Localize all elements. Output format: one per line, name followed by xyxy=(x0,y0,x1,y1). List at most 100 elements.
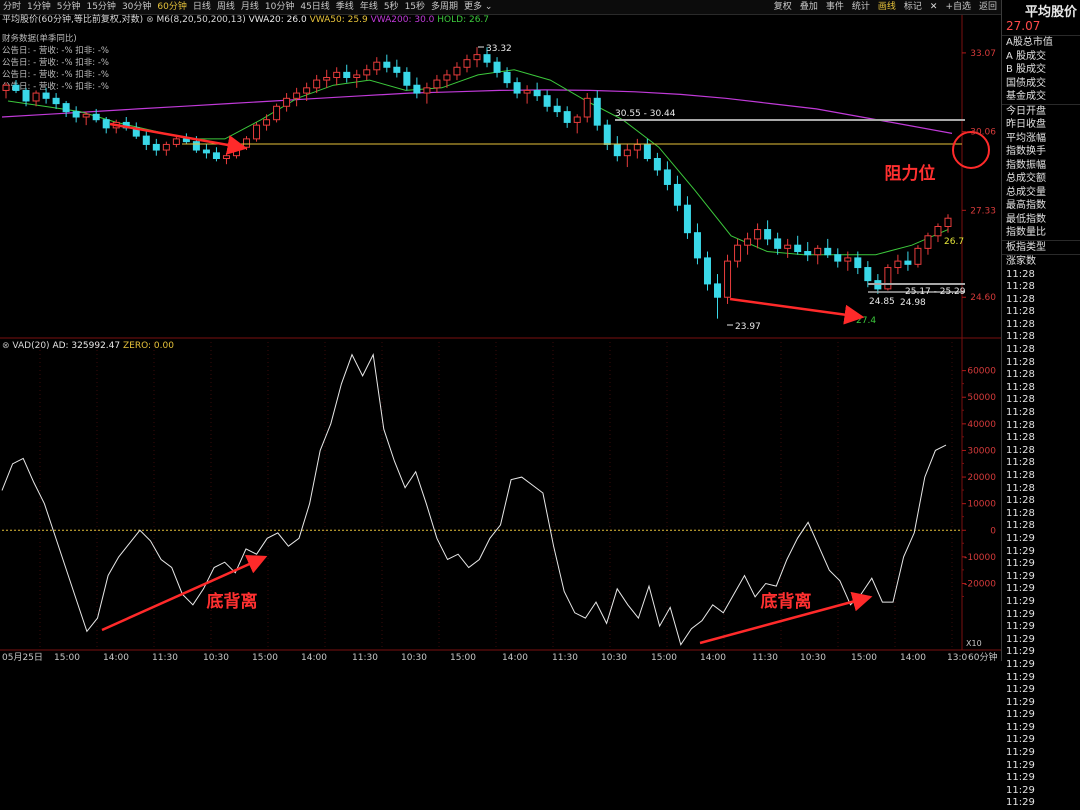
range-label: 24.98 xyxy=(900,298,926,308)
candle-body xyxy=(353,74,361,78)
toolbar-action[interactable]: 事件 xyxy=(822,0,848,14)
period-tab[interactable]: 5分钟 xyxy=(54,0,84,14)
candle-body xyxy=(774,238,782,249)
info-item[interactable]: 最高指数 xyxy=(1002,199,1080,213)
tick-time: 11:29 xyxy=(1006,545,1035,557)
candle-body xyxy=(894,260,902,269)
candle-body xyxy=(222,155,230,160)
candle-body xyxy=(703,257,711,285)
candle-body xyxy=(533,89,541,97)
toolbar-action[interactable]: 统计 xyxy=(848,0,874,14)
tick-time: 11:28 xyxy=(1006,419,1035,431)
period-tab[interactable]: 更多 ⌄ xyxy=(461,0,495,14)
candle-body xyxy=(563,111,571,123)
info-item[interactable]: 总成交额 xyxy=(1002,172,1080,186)
period-tab[interactable]: 季线 xyxy=(333,0,357,14)
candle-body xyxy=(834,254,842,262)
period-tab[interactable]: 45日线 xyxy=(297,0,332,14)
tick-time: 11:28 xyxy=(1006,381,1035,393)
sub-settings-icon[interactable]: ⊗ xyxy=(2,341,10,351)
period-tab[interactable]: 30分钟 xyxy=(119,0,154,14)
y-tick-label: 40000 xyxy=(967,420,996,430)
y-tick-label: 10000 xyxy=(967,500,996,510)
period-tab[interactable]: 分时 xyxy=(0,0,24,14)
tick-time: 11:29 xyxy=(1006,646,1035,658)
candle-body xyxy=(523,89,531,94)
candle-body xyxy=(914,247,922,265)
toolbar-action[interactable]: 复权 xyxy=(770,0,796,14)
period-tab[interactable]: 周线 xyxy=(214,0,238,14)
period-tab[interactable]: 1分钟 xyxy=(24,0,54,14)
info-item[interactable]: 总成交量 xyxy=(1002,186,1080,200)
y-tick-label: 30.06 xyxy=(970,128,996,138)
info-panel: 平均股价 27.07 A股总市值 A 股成交 B 股成交 国债成交 基金成交 今日开盘 昨日… xyxy=(1001,0,1080,808)
info-item[interactable]: 今日开盘 xyxy=(1002,103,1080,119)
toolbar-action[interactable]: 叠加 xyxy=(796,0,822,14)
period-tab[interactable]: 5秒 xyxy=(381,0,402,14)
y-tick-label: 20000 xyxy=(967,473,996,483)
tick-time: 11:28 xyxy=(1006,318,1035,330)
candle-body xyxy=(303,87,311,94)
candle-body xyxy=(934,225,942,237)
candle-body xyxy=(172,138,180,145)
candle-body xyxy=(864,267,872,282)
vwa50-value: VWA50: 25.9 xyxy=(309,15,368,25)
tick-time: 11:28 xyxy=(1006,495,1035,507)
tick-time: 11:29 xyxy=(1006,583,1035,595)
period-tab[interactable]: 10分钟 xyxy=(262,0,297,14)
finance-row: 公告日: - 营收: -% 扣非: -% xyxy=(2,70,109,80)
indicator-name: M6(8,20,50,200,13) xyxy=(156,15,246,25)
tick-time: 11:29 xyxy=(1006,621,1035,633)
info-item[interactable]: 涨家数 xyxy=(1002,254,1080,269)
period-tab[interactable]: 15秒 xyxy=(402,0,428,14)
info-item[interactable]: 昨日收盘 xyxy=(1002,118,1080,132)
toolbar-action[interactable]: 标记 xyxy=(900,0,926,14)
settings-icon[interactable]: ⊗ xyxy=(146,15,154,25)
info-item[interactable]: 指数量比 xyxy=(1002,226,1080,240)
y-tick-label: 0 xyxy=(990,526,996,536)
toolbar-action[interactable]: 返回 xyxy=(975,0,1001,14)
candle-body xyxy=(373,61,381,71)
candle-body xyxy=(513,82,521,94)
candle-body xyxy=(553,105,561,113)
tick-time: 11:28 xyxy=(1006,268,1035,280)
candle-body xyxy=(613,143,621,157)
x-tick-label: 14:00 xyxy=(103,653,129,661)
candle-body xyxy=(403,71,411,86)
candle-body xyxy=(483,54,491,63)
candle-body xyxy=(503,71,511,84)
period-tab[interactable]: 日线 xyxy=(190,0,214,14)
candle-body xyxy=(593,97,601,126)
info-item[interactable]: 国债成交 xyxy=(1002,77,1080,91)
info-item[interactable]: 最低指数 xyxy=(1002,213,1080,227)
candle-body xyxy=(794,244,802,253)
info-item[interactable]: B 股成交 xyxy=(1002,63,1080,77)
info-item[interactable]: A股总市值 xyxy=(1002,36,1080,50)
toolbar-action[interactable]: 画线 xyxy=(874,0,900,14)
candle-body xyxy=(152,143,160,151)
toolbar-action[interactable]: +自选 xyxy=(941,0,975,14)
candle-body xyxy=(82,113,90,118)
period-tab[interactable]: 多周期 xyxy=(428,0,461,14)
x-tick-label: 14:00 xyxy=(502,653,528,661)
hold-value: HOLD: 26.7 xyxy=(437,15,490,25)
info-item[interactable]: 指数换手 xyxy=(1002,145,1080,159)
candle-body xyxy=(283,97,291,107)
finance-row: 公告日: - 营收: -% 扣非: -% xyxy=(2,58,109,68)
divergence-arrow xyxy=(729,297,865,325)
info-item[interactable]: 基金成交 xyxy=(1002,90,1080,104)
close-icon[interactable]: ✕ xyxy=(926,0,942,14)
tick-time: 11:29 xyxy=(1006,671,1035,683)
y-tick-label: -10000 xyxy=(964,553,996,563)
period-tab[interactable]: 年线 xyxy=(357,0,381,14)
period-tab[interactable]: 15分钟 xyxy=(83,0,118,14)
y-tick-label: -20000 xyxy=(964,579,996,589)
info-item[interactable]: 平均涨幅 xyxy=(1002,132,1080,146)
info-item[interactable]: A 股成交 xyxy=(1002,50,1080,64)
info-item[interactable]: 指数振幅 xyxy=(1002,159,1080,173)
period-tab[interactable]: 60分钟 xyxy=(154,0,189,14)
tick-time: 11:29 xyxy=(1006,608,1035,620)
period-tab[interactable]: 月线 xyxy=(238,0,262,14)
info-item[interactable]: 板指类型 xyxy=(1002,239,1080,255)
finance-row: 公告日: - 营收: -% 扣非: -% xyxy=(2,82,109,92)
